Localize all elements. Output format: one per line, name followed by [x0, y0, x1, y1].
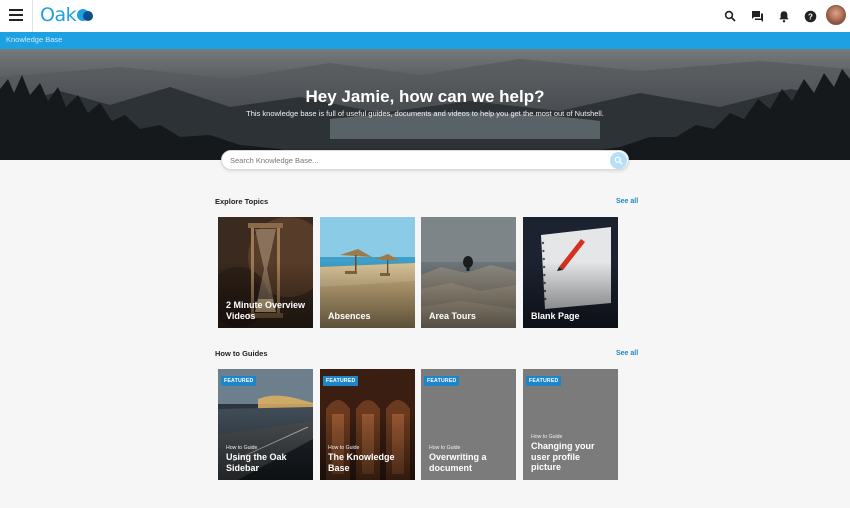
hero-banner: Hey Jamie, how can we help? This knowled… — [0, 49, 850, 160]
explore-topics-title: Explore Topics — [215, 197, 269, 206]
guide-kicker: How to Guide — [429, 445, 461, 451]
header-divider — [32, 0, 33, 32]
guide-card[interactable]: FEATURED How to Guide Using the Oak Side… — [218, 369, 313, 480]
guide-title: The Knowledge Base — [328, 452, 395, 473]
topic-card[interactable]: Area Tours — [421, 217, 516, 328]
topic-card-title: Absences — [328, 310, 371, 321]
user-avatar[interactable] — [826, 5, 846, 25]
guide-card[interactable]: FEATURED How to Guide Changing your user… — [523, 369, 618, 480]
logo-mark-icon — [77, 7, 94, 23]
guide-title: Overwriting a document — [429, 452, 487, 473]
topic-card-title: Area Tours — [429, 310, 476, 321]
how-to-guides-title: How to Guides — [215, 349, 268, 358]
explore-see-all-link[interactable]: See all — [616, 198, 638, 205]
svg-text:?: ? — [808, 12, 813, 21]
bell-icon[interactable] — [776, 8, 792, 24]
top-bar: Oak ? — [0, 0, 850, 32]
guide-card[interactable]: FEATURED How to Guide Overwriting a docu… — [421, 369, 516, 480]
guide-kicker: How to Guide — [531, 434, 563, 440]
search-button[interactable] — [610, 152, 627, 169]
chat-icon[interactable] — [749, 8, 765, 24]
menu-icon[interactable] — [9, 9, 23, 21]
hero-title: Hey Jamie, how can we help? — [305, 87, 545, 106]
guide-title: Changing your user profile picture — [531, 441, 595, 472]
guide-kicker: How to Guide — [328, 445, 360, 451]
guide-kicker: How to Guide — [226, 445, 258, 451]
breadcrumb[interactable]: Knowledge Base — [6, 35, 62, 44]
logo-text: Oak — [40, 4, 77, 26]
featured-badge: FEATURED — [424, 376, 460, 386]
search-icon[interactable] — [722, 8, 738, 24]
topic-card-title: Blank Page — [531, 310, 580, 321]
featured-badge: FEATURED — [526, 376, 562, 386]
guide-title: Using the Oak Sidebar — [226, 452, 287, 473]
guides-see-all-link[interactable]: See all — [616, 350, 638, 357]
guide-card[interactable]: FEATURED How to Guide The Knowledge Base — [320, 369, 415, 480]
search-input[interactable] — [230, 154, 600, 167]
search-bar — [221, 150, 629, 170]
topic-card[interactable]: 2 Minute Overview Videos — [218, 217, 313, 328]
featured-badge: FEATURED — [221, 376, 257, 386]
topic-card[interactable]: Absences — [320, 217, 415, 328]
oak-logo[interactable]: Oak — [40, 4, 94, 26]
featured-badge: FEATURED — [323, 376, 359, 386]
hero-subtitle: This knowledge base is full of useful gu… — [246, 109, 604, 118]
topic-card[interactable]: Blank Page — [523, 217, 618, 328]
topic-card-title: 2 Minute Overview Videos — [226, 300, 306, 321]
search-button-icon — [614, 156, 623, 165]
breadcrumb-bar: Knowledge Base — [0, 32, 850, 49]
help-icon[interactable]: ? — [802, 8, 818, 24]
